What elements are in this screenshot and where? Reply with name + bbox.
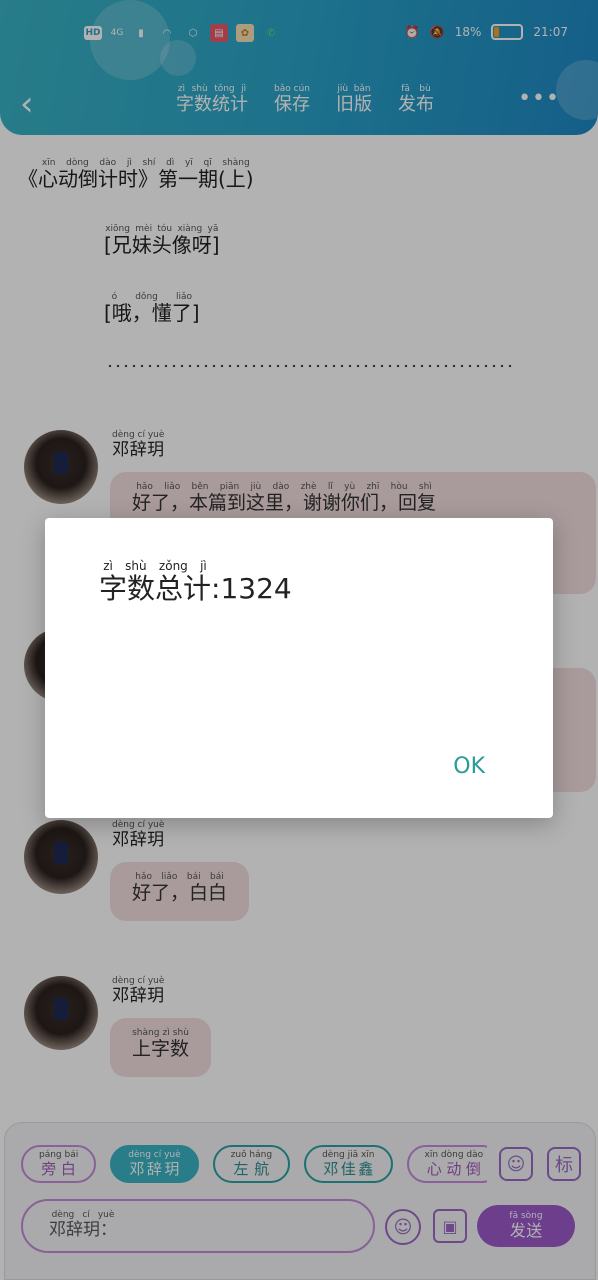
ok-button[interactable]: OK [453,754,485,779]
word-count-dialog: 字数总计zì shù zǒng jì:1324 OK [45,518,553,818]
word-count-pinyin: zì shù zǒng jì [99,559,211,573]
word-count-value: :1324 [211,572,292,605]
word-count-message: 字数总计zì shù zǒng jì:1324 [99,559,292,607]
word-count-label: 字数总计 [99,572,212,605]
